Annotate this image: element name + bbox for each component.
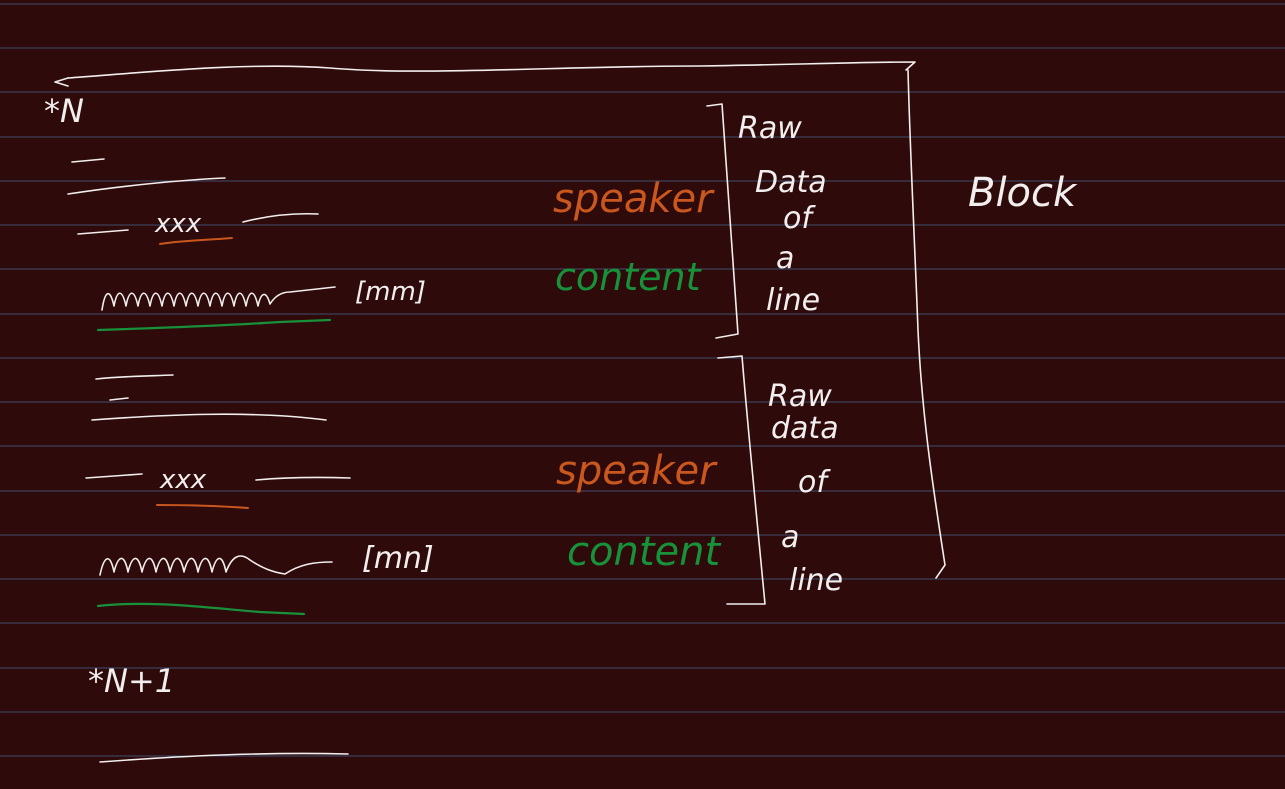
line2-speaker-label: speaker bbox=[556, 448, 718, 494]
block-label: Block bbox=[968, 170, 1078, 216]
line1-content-underline bbox=[96, 318, 332, 332]
line2-content-underline bbox=[96, 602, 306, 616]
line2-raw-word-1: Raw bbox=[768, 379, 832, 414]
line1-raw-word-4: a bbox=[776, 241, 794, 276]
line2-content-squiggle bbox=[99, 555, 333, 576]
line1-raw-word-5: line bbox=[766, 283, 820, 318]
header-marker: *N bbox=[44, 92, 84, 130]
line1-content-label: content bbox=[555, 255, 703, 299]
whiteboard-canvas: *N xxx [mm] speaker content Raw Data of … bbox=[0, 0, 1285, 789]
line1-rule-b bbox=[67, 177, 226, 195]
line1-speaker-label: speaker bbox=[553, 176, 715, 222]
footer-marker: *N+1 bbox=[88, 662, 175, 700]
line2-raw-word-2: data bbox=[771, 411, 839, 446]
line2-dash-left bbox=[85, 473, 143, 479]
footer-rule bbox=[99, 752, 349, 763]
line1-raw-word-1: Raw bbox=[738, 111, 802, 146]
notes-diagram: *N xxx [mm] speaker content Raw Data of … bbox=[0, 3, 1285, 763]
line2-content-label: content bbox=[567, 529, 721, 575]
line2-speaker: xxx bbox=[159, 465, 207, 495]
line2-raw-word-5: line bbox=[789, 563, 843, 598]
line2-bracket: [mn] bbox=[362, 541, 434, 576]
ruled-lines bbox=[0, 3, 1285, 757]
block-bracket-tip bbox=[54, 77, 69, 87]
line2-raw-word-3: of bbox=[798, 465, 831, 500]
line1-bracket: [mm] bbox=[355, 277, 426, 307]
line1-rule-a bbox=[71, 158, 105, 163]
line1-speaker: xxx bbox=[154, 209, 202, 239]
line2-dash-right bbox=[255, 476, 351, 481]
line1-raw-word-3: of bbox=[783, 201, 816, 236]
line1-dash-left bbox=[77, 229, 129, 235]
line1-content-squiggle bbox=[101, 286, 336, 311]
line2-raw-word-4: a bbox=[781, 520, 799, 555]
line2-raw-bracket bbox=[717, 355, 766, 605]
line2-rule-a bbox=[95, 374, 174, 380]
line2-rule-b bbox=[91, 397, 327, 421]
line1-dash-right bbox=[242, 212, 319, 223]
block-bracket bbox=[67, 61, 946, 579]
line1-raw-word-2: Data bbox=[755, 165, 827, 200]
line2-speaker-underline bbox=[156, 504, 249, 509]
